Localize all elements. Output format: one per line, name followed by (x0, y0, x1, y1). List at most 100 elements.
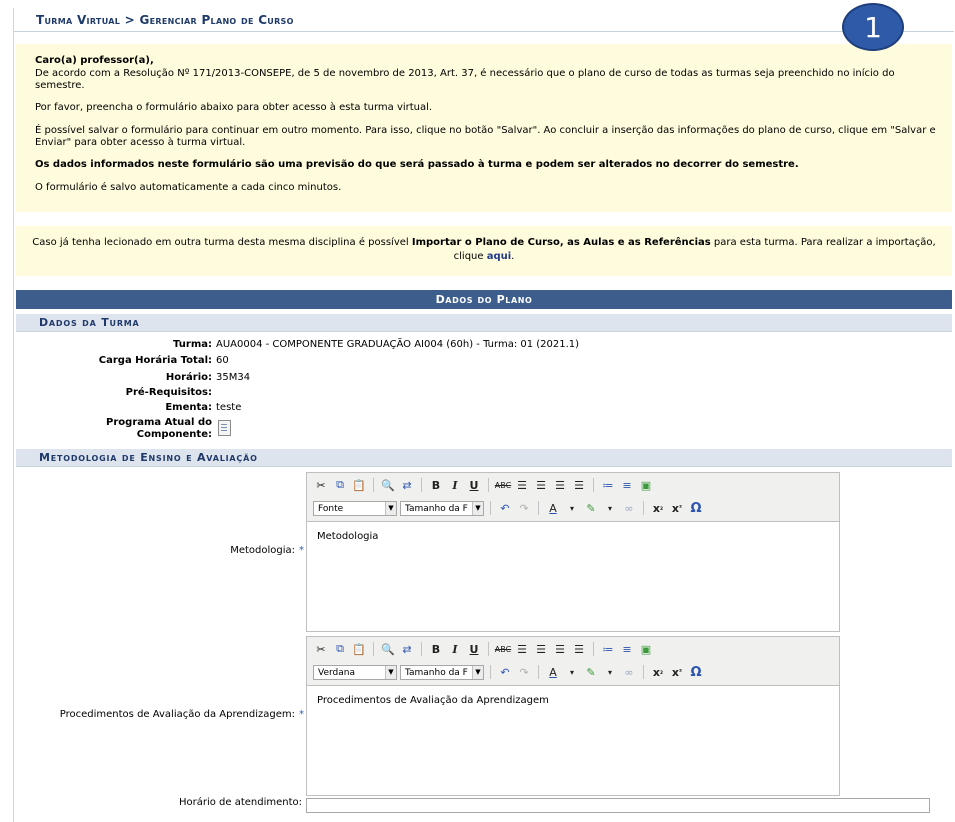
font-color-icon[interactable]: A (545, 500, 561, 516)
editor-toolbar-row-1: ✂ ⧉ 📋 🔍 ⇄ B I U ABC ☰ ☰ ☰ ☰ ≔ ≡ ▣ (313, 640, 654, 658)
font-select[interactable]: Fonte ▼ (313, 500, 397, 516)
import-notice: Caso já tenha lecionado em outra turma d… (16, 226, 952, 276)
find-icon[interactable]: 🔍 (380, 477, 396, 493)
font-color-icon[interactable]: A (545, 664, 561, 680)
step-badge: 1 (842, 3, 904, 51)
section-metodologia-title: Metodologia de Ensino e Avaliação (39, 451, 258, 464)
highlight-icon[interactable]: ✎ (583, 500, 599, 516)
ementa-label: Ementa: (165, 402, 212, 413)
plan-header: Dados do Plano (16, 290, 952, 309)
copy-icon[interactable]: ⧉ (332, 641, 348, 657)
chevron-down-icon[interactable]: ▾ (602, 664, 618, 680)
find-icon[interactable]: 🔍 (380, 641, 396, 657)
align-center-icon[interactable]: ☰ (533, 477, 549, 493)
turma-label: Turma: (173, 339, 212, 350)
replace-icon[interactable]: ⇄ (399, 477, 415, 493)
procedimentos-label-text: Procedimentos de Avaliação da Aprendizag… (59, 709, 295, 720)
toolbar-separator (373, 478, 374, 492)
section-metodologia: Metodologia de Ensino e Avaliação (16, 449, 952, 467)
redo-icon[interactable]: ↷ (516, 500, 532, 516)
document-icon[interactable] (218, 420, 231, 436)
carga-label: Carga Horária Total: (98, 355, 212, 366)
size-select[interactable]: Tamanho da F ▼ (400, 500, 484, 516)
image-icon[interactable]: ▣ (638, 477, 654, 493)
font-select-value: Fonte (318, 503, 344, 514)
import-link[interactable]: aqui (487, 251, 511, 262)
strikethrough-icon[interactable]: ABC (495, 641, 511, 657)
cut-icon[interactable]: ✂ (313, 641, 329, 657)
size-select-value: Tamanho da F (405, 503, 468, 514)
procedimentos-content: Procedimentos de Avaliação da Aprendizag… (317, 695, 549, 706)
notice-line-2: Por favor, preencha o formulário abaixo … (35, 102, 433, 113)
chevron-down-icon[interactable]: ▾ (602, 500, 618, 516)
underline-icon[interactable]: U (466, 641, 482, 657)
chevron-down-icon: ▼ (385, 665, 396, 679)
align-right-icon[interactable]: ☰ (552, 477, 568, 493)
bullet-list-icon[interactable]: ≔ (600, 477, 616, 493)
turma-value: AUA0004 - COMPONENTE GRADUAÇÃO AI004 (60… (216, 339, 580, 350)
highlight-icon[interactable]: ✎ (583, 664, 599, 680)
chevron-down-icon[interactable]: ▾ (564, 664, 580, 680)
metodologia-label: Metodologia: * (230, 545, 304, 557)
justify-icon[interactable]: ☰ (571, 477, 587, 493)
breadcrumb-bar: Turma Virtual > Gerenciar Plano de Curso (14, 9, 954, 32)
programa-label-2: Componente: (136, 429, 212, 440)
bold-icon[interactable]: B (428, 641, 444, 657)
size-select-value: Tamanho da F (405, 667, 468, 678)
font-select-value: Verdana (318, 667, 355, 678)
bold-icon[interactable]: B (428, 477, 444, 493)
chevron-down-icon: ▼ (472, 665, 483, 679)
procedimentos-textarea[interactable]: Procedimentos de Avaliação da Aprendizag… (307, 685, 839, 795)
notice-greeting: Caro(a) professor(a), (35, 55, 154, 66)
undo-icon[interactable]: ↶ (497, 664, 513, 680)
undo-icon[interactable]: ↶ (497, 500, 513, 516)
metodologia-label-text: Metodologia: (230, 545, 295, 556)
font-select[interactable]: Verdana ▼ (313, 664, 397, 680)
paste-icon[interactable]: 📋 (351, 477, 367, 493)
numbered-list-icon[interactable]: ≡ (619, 477, 635, 493)
align-center-icon[interactable]: ☰ (533, 641, 549, 657)
align-left-icon[interactable]: ☰ (514, 477, 530, 493)
redo-icon[interactable]: ↷ (516, 664, 532, 680)
chevron-down-icon[interactable]: ▾ (564, 500, 580, 516)
toolbar-separator (643, 665, 644, 679)
special-char-icon[interactable]: Ω (688, 664, 704, 680)
size-select[interactable]: Tamanho da F ▼ (400, 664, 484, 680)
numbered-list-icon[interactable]: ≡ (619, 641, 635, 657)
subscript-icon[interactable]: x₂ (650, 664, 666, 680)
bullet-list-icon[interactable]: ≔ (600, 641, 616, 657)
italic-icon[interactable]: I (447, 477, 463, 493)
toolbar-separator (373, 642, 374, 656)
cut-icon[interactable]: ✂ (313, 477, 329, 493)
italic-icon[interactable]: I (447, 641, 463, 657)
superscript-icon[interactable]: x² (669, 664, 685, 680)
breadcrumb: Turma Virtual > Gerenciar Plano de Curso (36, 13, 294, 27)
required-mark: * (299, 709, 304, 720)
editor-toolbar-row-2: Verdana ▼ Tamanho da F ▼ ↶ ↷ A ▾ ✎ ▾ ∞ x₂ … (313, 663, 704, 681)
toolbar-separator (593, 642, 594, 656)
align-left-icon[interactable]: ☰ (514, 641, 530, 657)
link-icon[interactable]: ∞ (621, 500, 637, 516)
notice-line-5: O formulário é salvo automaticamente a c… (35, 182, 342, 193)
special-char-icon[interactable]: Ω (688, 500, 704, 516)
justify-icon[interactable]: ☰ (571, 641, 587, 657)
underline-icon[interactable]: U (466, 477, 482, 493)
metodologia-content: Metodologia (317, 531, 379, 542)
link-icon[interactable]: ∞ (621, 664, 637, 680)
ementa-value: teste (216, 402, 242, 413)
notice-panel: Caro(a) professor(a), De acordo com a Re… (16, 44, 952, 212)
editor-toolbar-row-2: Fonte ▼ Tamanho da F ▼ ↶ ↷ A ▾ ✎ ▾ ∞ x₂ x²… (313, 499, 704, 517)
metodologia-textarea[interactable]: Metodologia (307, 521, 839, 631)
toolbar-separator (421, 478, 422, 492)
strikethrough-icon[interactable]: ABC (495, 477, 511, 493)
replace-icon[interactable]: ⇄ (399, 641, 415, 657)
paste-icon[interactable]: 📋 (351, 641, 367, 657)
subscript-icon[interactable]: x₂ (650, 500, 666, 516)
align-right-icon[interactable]: ☰ (552, 641, 568, 657)
horario-atendimento-input[interactable] (306, 798, 930, 813)
superscript-icon[interactable]: x² (669, 500, 685, 516)
image-icon[interactable]: ▣ (638, 641, 654, 657)
copy-icon[interactable]: ⧉ (332, 477, 348, 493)
chevron-down-icon: ▼ (472, 501, 483, 515)
notice-line-3: É possível salvar o formulário para cont… (35, 125, 936, 148)
